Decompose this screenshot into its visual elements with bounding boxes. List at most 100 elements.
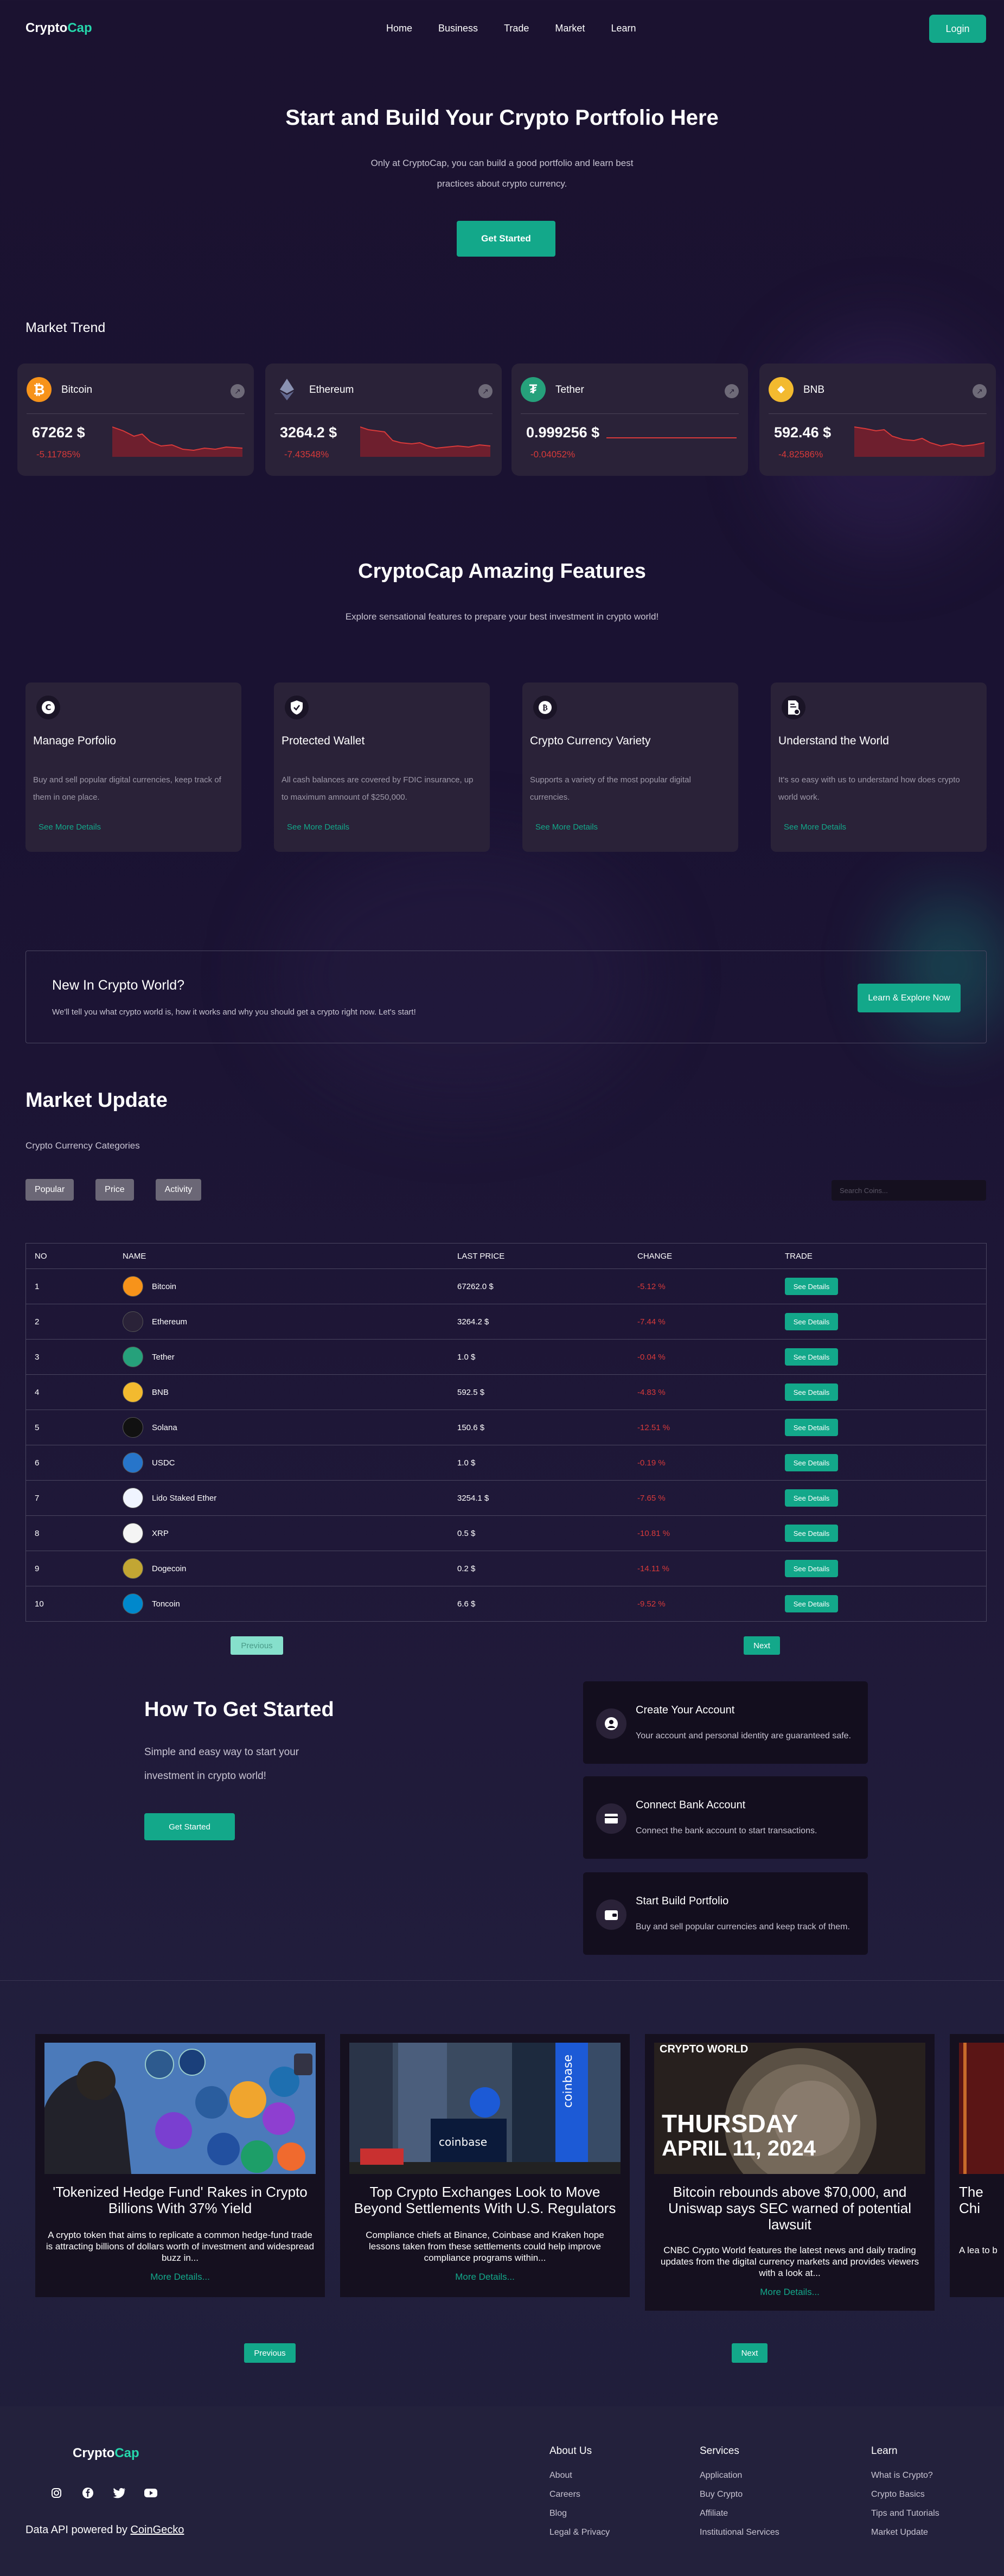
- trend-card-bitcoin[interactable]: ₿ Bitcoin ↗ 67262 $ -5.11785%: [17, 364, 254, 476]
- news-previous-button[interactable]: Previous: [244, 2343, 296, 2363]
- see-details-button[interactable]: See Details: [785, 1560, 838, 1577]
- nav-link-market[interactable]: Market: [555, 23, 585, 34]
- table-row: 6 USDC 1.0 $ -0.19 % See Details: [26, 1445, 986, 1480]
- shield-icon: [285, 696, 309, 719]
- header-change: CHANGE: [637, 1251, 673, 1261]
- how-to-get-started-button[interactable]: Get Started: [144, 1813, 235, 1840]
- coin-price: 0.999256 $: [526, 424, 600, 441]
- arrow-icon[interactable]: ↗: [725, 384, 739, 398]
- coin-name: Bitcoin: [61, 384, 93, 396]
- instagram-icon[interactable]: [50, 2486, 63, 2500]
- feature-title: Protected Wallet: [282, 735, 365, 747]
- tab-popular[interactable]: Popular: [25, 1179, 74, 1201]
- features-title: CryptoCap Amazing Features: [358, 560, 646, 583]
- footer-link-careers[interactable]: Careers: [549, 2485, 610, 2504]
- footer-link-institutional[interactable]: Institutional Services: [700, 2523, 779, 2542]
- see-details-button[interactable]: See Details: [785, 1454, 838, 1471]
- nav-link-learn[interactable]: Learn: [611, 23, 636, 34]
- feature-text: Buy and sell popular digital currencies,…: [33, 775, 221, 802]
- footer-link-blog[interactable]: Blog: [549, 2504, 610, 2523]
- see-details-button[interactable]: See Details: [785, 1348, 838, 1366]
- ethereum-icon: [274, 377, 299, 402]
- table-row: 7 Lido Staked Ether 3254.1 $ -7.65 % See Det…: [26, 1480, 986, 1515]
- footer-logo[interactable]: CryptoCap: [73, 2446, 139, 2461]
- features-subtitle: Explore sensational features to prepare …: [345, 611, 659, 622]
- nav-link-trade[interactable]: Trade: [504, 23, 529, 34]
- coin-change: -0.04052%: [530, 449, 575, 460]
- wallet-icon: [596, 1899, 626, 1930]
- footer-link-legal[interactable]: Legal & Privacy: [549, 2523, 610, 2542]
- table-row: 1 Bitcoin 67262.0 $ -5.12 % See Details: [26, 1268, 986, 1304]
- row-change: -14.11 %: [637, 1564, 669, 1573]
- coin-name: Tether: [152, 1352, 175, 1362]
- see-details-button[interactable]: See Details: [785, 1313, 838, 1330]
- learn-explore-button[interactable]: Learn & Explore Now: [858, 984, 961, 1012]
- nav-link-business[interactable]: Business: [438, 23, 478, 34]
- news-title[interactable]: 'Tokenized Hedge Fund' Rakes in Crypto B…: [44, 2184, 316, 2216]
- see-more-link[interactable]: See More Details: [784, 822, 846, 832]
- see-more-link[interactable]: See More Details: [535, 822, 598, 832]
- news-title[interactable]: Top Crypto Exchanges Look to Move Beyond…: [349, 2184, 621, 2216]
- arrow-icon[interactable]: ↗: [231, 384, 245, 398]
- trend-card-bnb[interactable]: BNB ↗ 592.46 $ -4.82586%: [759, 364, 996, 476]
- footer-col-title: Services: [700, 2445, 739, 2457]
- twitter-icon[interactable]: [113, 2486, 126, 2500]
- tab-price[interactable]: Price: [95, 1179, 134, 1201]
- news-card[interactable]: CRYPTO WORLD THURSDAY APRIL 11, 2024 Bit…: [645, 2034, 935, 2311]
- trend-card-tether[interactable]: ₮ Tether ↗ 0.999256 $ -0.04052%: [511, 364, 748, 476]
- footer-link-buy-crypto[interactable]: Buy Crypto: [700, 2485, 779, 2504]
- see-details-button[interactable]: See Details: [785, 1489, 838, 1507]
- news-card-partial[interactable]: The Chi A lea to b: [950, 2034, 1004, 2297]
- coin-price: 67262 $: [32, 424, 85, 441]
- news-card[interactable]: coinbase coinbase Top Crypto Exchanges L…: [340, 2034, 630, 2297]
- footer-link-application[interactable]: Application: [700, 2466, 779, 2485]
- trend-card-ethereum[interactable]: Ethereum ↗ 3264.2 $ -7.43548%: [265, 364, 502, 476]
- step-title: Start Build Portfolio: [636, 1895, 729, 1907]
- footer-link-crypto-basics[interactable]: Crypto Basics: [871, 2485, 939, 2504]
- coin-name: Dogecoin: [152, 1564, 187, 1573]
- coingecko-link[interactable]: CoinGecko: [130, 2524, 184, 2536]
- arrow-icon[interactable]: ↗: [478, 384, 493, 398]
- search-coins-input[interactable]: Search Coins...: [832, 1180, 986, 1201]
- row-trade: See Details: [785, 1551, 838, 1586]
- get-started-button[interactable]: Get Started: [457, 221, 555, 257]
- more-details-link[interactable]: More Details...: [340, 2272, 630, 2282]
- see-details-button[interactable]: See Details: [785, 1595, 838, 1612]
- login-button[interactable]: Login: [929, 15, 986, 43]
- facebook-icon[interactable]: [81, 2486, 94, 2500]
- nav-link-home[interactable]: Home: [386, 23, 412, 34]
- row-name: Solana: [123, 1410, 177, 1445]
- arrow-icon[interactable]: ↗: [973, 384, 987, 398]
- footer-link-affiliate[interactable]: Affiliate: [700, 2504, 779, 2523]
- footer-link-what-is-crypto[interactable]: What is Crypto?: [871, 2466, 939, 2485]
- next-page-button[interactable]: Next: [744, 1636, 780, 1655]
- see-more-link[interactable]: See More Details: [39, 822, 101, 832]
- see-details-button[interactable]: See Details: [785, 1419, 838, 1436]
- coin-name: Ethereum: [152, 1317, 188, 1327]
- previous-page-button[interactable]: Previous: [231, 1636, 283, 1655]
- coin-name: Toncoin: [152, 1599, 180, 1609]
- see-details-button[interactable]: See Details: [785, 1383, 838, 1401]
- see-details-button[interactable]: See Details: [785, 1525, 838, 1542]
- see-more-link[interactable]: See More Details: [287, 822, 349, 832]
- news-title[interactable]: Bitcoin rebounds above $70,000, and Unis…: [654, 2184, 925, 2233]
- more-details-link[interactable]: More Details...: [645, 2287, 935, 2298]
- news-next-button[interactable]: Next: [732, 2343, 768, 2363]
- coin-price: 3264.2 $: [280, 424, 337, 441]
- step-title: Create Your Account: [636, 1704, 735, 1716]
- more-details-link[interactable]: More Details...: [35, 2272, 325, 2282]
- see-details-button[interactable]: See Details: [785, 1278, 838, 1295]
- youtube-icon[interactable]: [144, 2486, 157, 2500]
- news-card[interactable]: 'Tokenized Hedge Fund' Rakes in Crypto B…: [35, 2034, 325, 2297]
- row-trade: See Details: [785, 1481, 838, 1515]
- header-name: NAME: [123, 1251, 146, 1261]
- footer-link-market-update[interactable]: Market Update: [871, 2523, 939, 2542]
- footer-link-about[interactable]: About: [549, 2466, 610, 2485]
- tether-icon: ₮: [521, 377, 546, 402]
- tab-activity[interactable]: Activity: [155, 1179, 202, 1201]
- row-last-price: 0.2 $: [457, 1564, 476, 1573]
- news-title[interactable]: The Chi: [959, 2184, 1004, 2216]
- footer-link-tips[interactable]: Tips and Tutorials: [871, 2504, 939, 2523]
- site-logo[interactable]: CryptoCap: [25, 21, 92, 36]
- row-change: -9.52 %: [637, 1599, 666, 1609]
